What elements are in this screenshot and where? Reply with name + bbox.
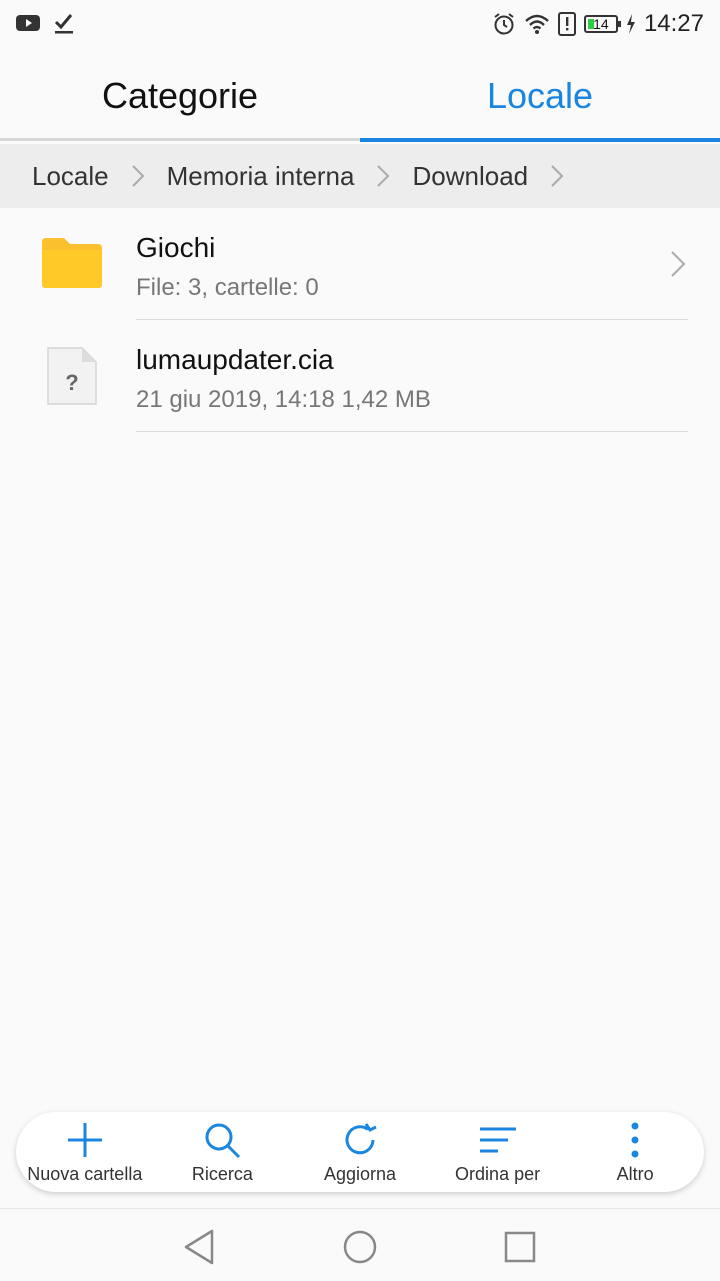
bottom-toolbar: Nuova cartella Ricerca Aggiorna Ordina p… (16, 1112, 704, 1192)
new-folder-button[interactable]: Nuova cartella (20, 1120, 150, 1185)
back-icon[interactable] (180, 1227, 220, 1267)
battery-level: 14 (593, 16, 609, 32)
home-icon[interactable] (340, 1227, 380, 1267)
file-name: Giochi (136, 232, 216, 263)
list-item-file[interactable]: ? lumaupdater.cia 21 giu 2019, 14:18 1,4… (0, 320, 720, 432)
chevron-right-icon (671, 251, 686, 277)
refresh-label: Aggiorna (323, 1163, 397, 1184)
alarm-icon (494, 13, 514, 35)
tab-categorie[interactable]: Categorie (0, 50, 360, 142)
svg-text:?: ? (65, 370, 78, 395)
check-icon (54, 14, 73, 34)
chevron-right-icon (377, 165, 390, 187)
divider (136, 431, 688, 432)
alert-icon (557, 12, 576, 36)
file-meta: File: 3, cartelle: 0 (136, 274, 319, 301)
sort-button[interactable]: Ordina per (433, 1120, 563, 1185)
battery-icon: 14 (583, 15, 621, 33)
more-button[interactable]: Altro (570, 1120, 700, 1185)
breadcrumb: Locale Memoria interna Download (0, 144, 720, 208)
youtube-icon (16, 15, 40, 31)
file-name: lumaupdater.cia (136, 344, 334, 375)
search-icon (205, 1123, 241, 1158)
tab-locale[interactable]: Locale (360, 50, 720, 142)
breadcrumb-memoria-interna[interactable]: Memoria interna (167, 161, 355, 192)
charging-icon (626, 14, 635, 34)
recents-icon[interactable] (500, 1227, 540, 1267)
sort-icon (479, 1127, 516, 1152)
new-folder-label: Nuova cartella (27, 1163, 143, 1184)
chevron-right-icon (131, 165, 145, 187)
folder-icon (42, 238, 102, 288)
file-meta: 21 giu 2019, 14:18 1,42 MB (136, 386, 431, 413)
active-tab-indicator (360, 138, 720, 142)
navigation-bar (0, 1208, 720, 1281)
unknown-file-icon: ? (47, 347, 97, 405)
refresh-button[interactable]: Aggiorna (295, 1120, 425, 1185)
tab-divider (0, 138, 360, 141)
chevron-right-icon (551, 165, 564, 187)
sort-label: Ordina per (455, 1163, 541, 1184)
status-left (16, 12, 74, 34)
status-right: 14 14:27 (492, 10, 704, 38)
status-time: 14:27 (643, 10, 704, 37)
breadcrumb-download[interactable]: Download (412, 161, 528, 192)
breadcrumb-locale[interactable]: Locale (32, 161, 109, 192)
search-button[interactable]: Ricerca (157, 1120, 287, 1185)
more-vertical-icon (631, 1122, 639, 1157)
list-item-folder[interactable]: Giochi File: 3, cartelle: 0 (0, 208, 720, 320)
status-bar: 14 14:27 (0, 0, 720, 50)
plus-icon (67, 1122, 102, 1157)
file-list: Giochi File: 3, cartelle: 0 ? lumaupdate… (0, 208, 720, 432)
wifi-icon (525, 14, 549, 34)
tab-bar: Categorie Locale (0, 50, 720, 142)
search-label: Ricerca (191, 1163, 253, 1184)
refresh-icon (345, 1122, 377, 1154)
more-label: Altro (616, 1163, 654, 1184)
